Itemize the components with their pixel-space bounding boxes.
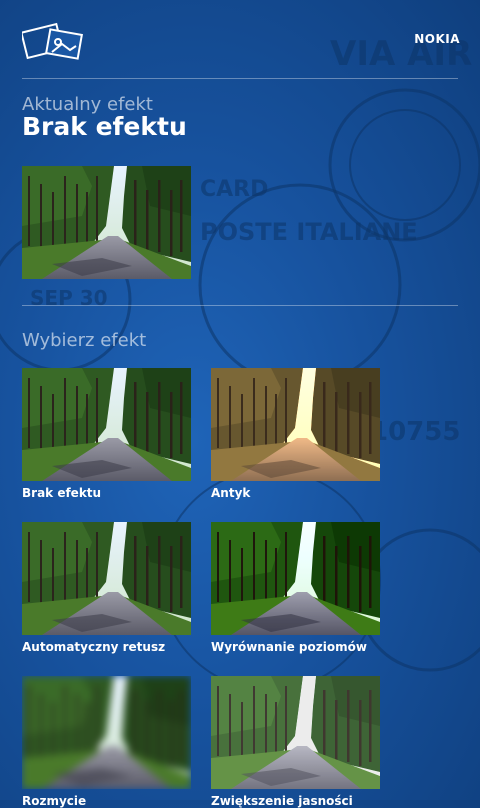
effect-caption-brightness[interactable]: Zwiększenie jasności xyxy=(211,794,353,808)
effect-thumb-auto-retouch[interactable] xyxy=(22,522,191,635)
effect-thumb-brightness[interactable] xyxy=(211,676,380,789)
header-divider xyxy=(22,78,458,79)
effect-caption-none[interactable]: Brak efektu xyxy=(22,486,101,500)
nokia-logo: NOKIA xyxy=(414,32,460,46)
effect-thumb-blur[interactable] xyxy=(22,676,191,789)
svg-text:10755: 10755 xyxy=(370,417,460,447)
section-divider xyxy=(22,305,458,306)
effect-caption-antique[interactable]: Antyk xyxy=(211,486,250,500)
current-effect-preview xyxy=(22,166,191,279)
current-effect-title: Brak efektu xyxy=(22,112,187,141)
effect-thumb-none[interactable] xyxy=(22,368,191,481)
effect-caption-auto-retouch[interactable]: Automatyczny retusz xyxy=(22,640,165,654)
svg-text:POSTE ITALIANE: POSTE ITALIANE xyxy=(200,218,418,246)
postcard-icon xyxy=(22,22,83,60)
svg-text:CARD: CARD xyxy=(200,177,268,202)
choose-effect-label: Wybierz efekt xyxy=(22,330,147,351)
effect-caption-levels[interactable]: Wyrównanie poziomów xyxy=(211,640,367,654)
effect-thumb-antique[interactable] xyxy=(211,368,380,481)
header: NOKIA xyxy=(0,0,480,80)
svg-text:SEP 30: SEP 30 xyxy=(30,286,108,310)
effect-thumb-levels[interactable] xyxy=(211,522,380,635)
effect-caption-blur[interactable]: Rozmycie xyxy=(22,794,86,808)
